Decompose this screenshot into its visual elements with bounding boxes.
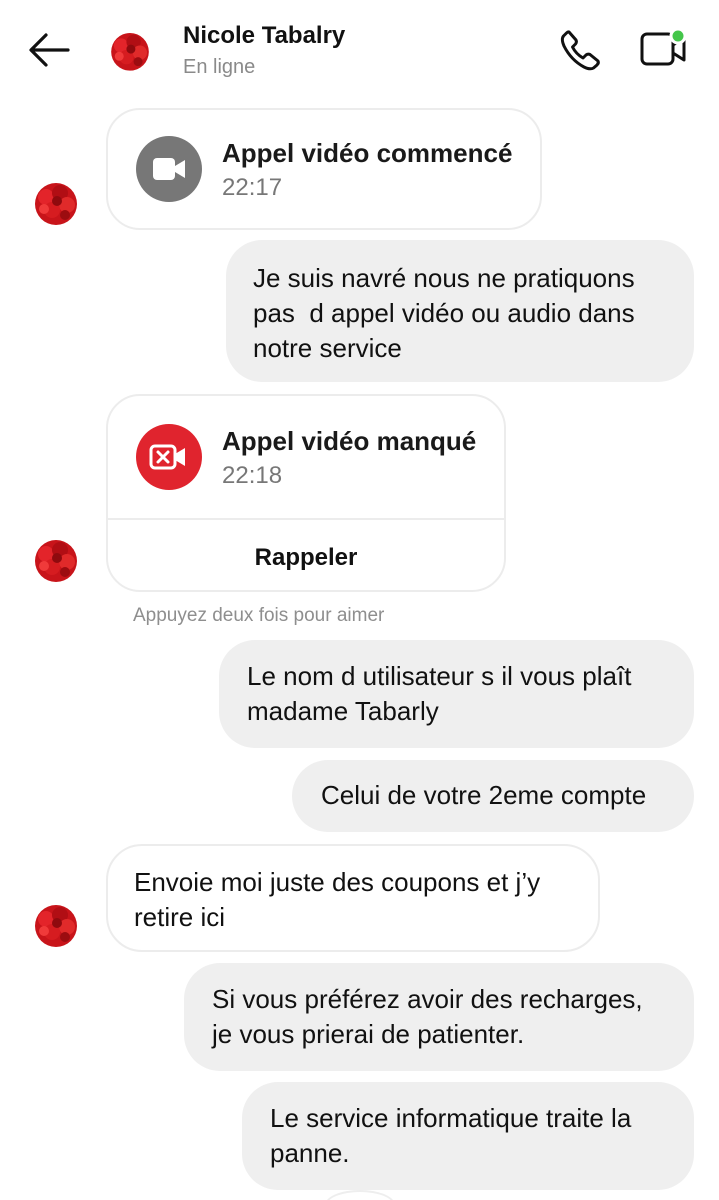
sender-avatar[interactable] <box>27 173 85 231</box>
message-line: Le service informatique traite la <box>270 1103 632 1133</box>
back-button[interactable] <box>26 30 72 70</box>
chat-header: Nicole Tabalry En ligne <box>0 0 719 100</box>
message-line: Envoie moi juste des coupons et j’y <box>134 867 541 897</box>
callback-button[interactable]: Rappeler <box>108 544 504 572</box>
missed-video-icon <box>136 424 202 490</box>
call-card-missed[interactable]: Appel vidéo manqué 22:18 Rappeler <box>106 394 506 592</box>
message-line: notre service <box>253 333 402 363</box>
message-line: pas d appel vidéo ou audio dans <box>253 298 635 328</box>
online-dot <box>669 27 687 45</box>
message-bubble-outgoing[interactable]: Le nom d utilisateur s il vous plaît mad… <box>219 640 694 748</box>
message-bubble-outgoing[interactable]: Je suis navré nous ne pratiquons pas d a… <box>226 240 694 382</box>
arrow-left-icon <box>29 33 70 67</box>
double-tap-hint: Appuyez deux fois pour aimer <box>133 605 385 626</box>
contact-avatar[interactable] <box>104 24 156 76</box>
message-bubble-incoming[interactable]: Envoie moi juste des coupons et j’y reti… <box>106 844 600 952</box>
call-time: 22:17 <box>222 174 283 201</box>
sender-avatar[interactable] <box>27 895 85 953</box>
message-line: Je suis navré nous ne pratiquons <box>253 263 635 293</box>
contact-name[interactable]: Nicole Tabalry <box>183 22 345 50</box>
call-card-started[interactable]: Appel vidéo commencé 22:17 <box>106 108 542 230</box>
call-title: Appel vidéo commencé <box>222 138 513 168</box>
message-line: retire ici <box>134 902 226 932</box>
message-bubble-outgoing[interactable]: Le service informatique traite la panne. <box>242 1082 694 1190</box>
chat-screen: Nicole Tabalry En ligne Appel vidéo comm… <box>0 0 719 1200</box>
message-line: panne. <box>270 1138 350 1168</box>
message-bubble-outgoing[interactable]: Si vous préférez avoir des recharges, je… <box>184 963 694 1071</box>
call-time: 22:18 <box>222 462 283 489</box>
audio-call-button[interactable] <box>556 26 604 74</box>
contact-status: En ligne <box>183 56 256 78</box>
sender-avatar[interactable] <box>27 530 85 588</box>
message-line: madame Tabarly <box>247 696 439 726</box>
divider <box>108 518 504 520</box>
message-line: je vous prierai de patienter. <box>212 1019 525 1049</box>
message-line: Si vous préférez avoir des recharges, <box>212 984 643 1014</box>
call-title: Appel vidéo manqué <box>222 426 477 456</box>
video-camera-icon <box>136 136 202 202</box>
video-camera-icon <box>640 27 687 66</box>
message-bubble-outgoing[interactable]: Celui de votre 2eme compte <box>292 760 694 832</box>
scroll-indicator <box>325 1190 395 1200</box>
phone-icon <box>560 30 600 71</box>
video-call-button[interactable] <box>636 24 690 72</box>
message-line: Le nom d utilisateur s il vous plaît <box>247 661 632 691</box>
message-line: Celui de votre 2eme compte <box>321 780 647 810</box>
